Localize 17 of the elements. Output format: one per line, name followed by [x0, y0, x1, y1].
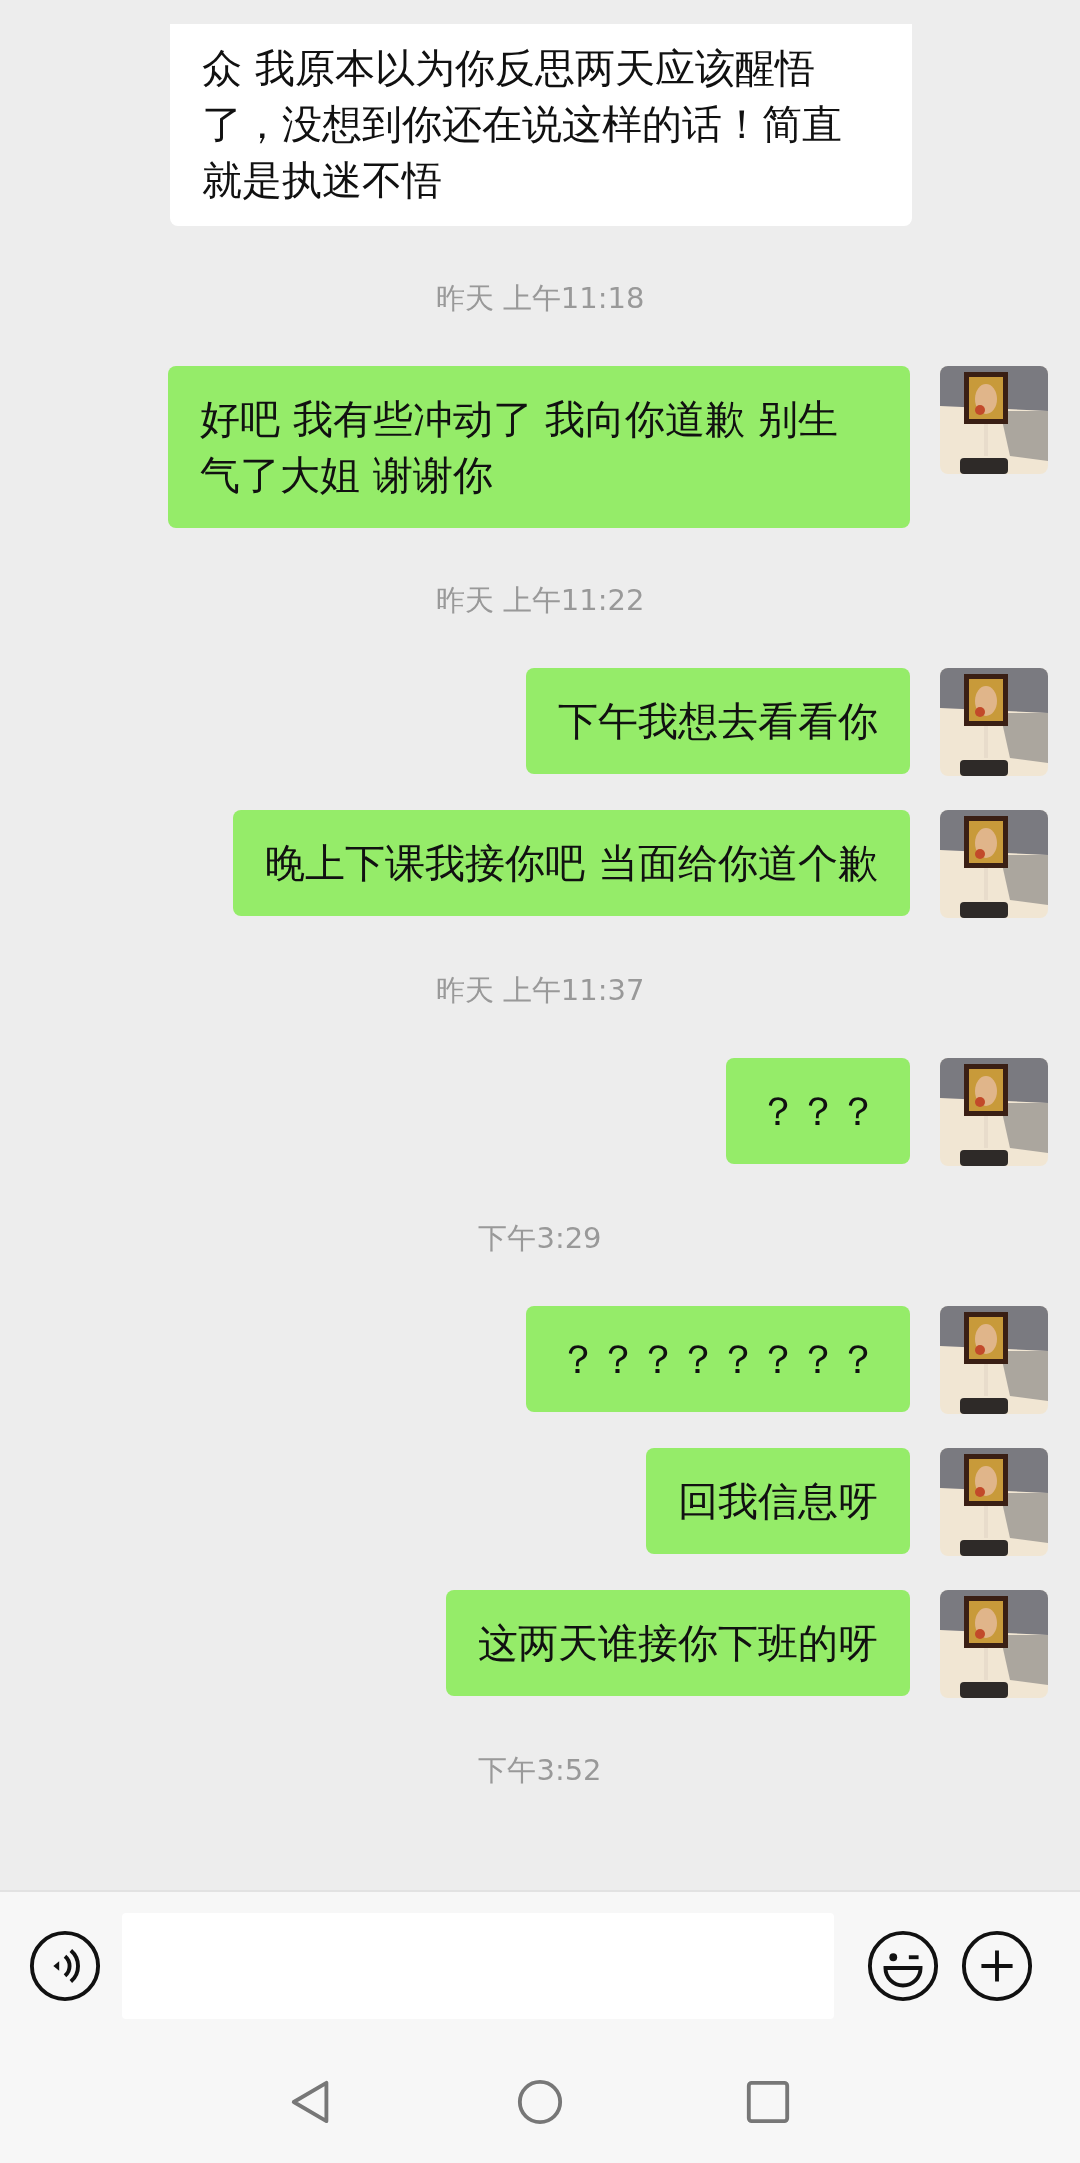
message-bubble: 下午我想去看看你 — [526, 668, 910, 774]
plus-icon[interactable] — [960, 1929, 1034, 2003]
message-bubble: 晚上下课我接你吧 当面给你道个歉 — [233, 810, 910, 916]
message-bubble: 回我信息呀 — [646, 1448, 910, 1554]
message-bubble: ？？？ — [726, 1058, 910, 1164]
emoji-icon[interactable] — [866, 1929, 940, 2003]
message-bubble: 这两天谁接你下班的呀 — [446, 1590, 910, 1696]
timestamp: 昨天 上午11:22 — [435, 583, 645, 617]
message-bubble: 众 我原本以为你反思两天应该醒悟了，没想到你还在说这样的话！简直就是执迷不悟 — [170, 24, 912, 226]
timestamp: 昨天 上午11:18 — [435, 281, 645, 315]
voice-icon[interactable] — [28, 1929, 102, 2003]
message-bubble: 好吧 我有些冲动了 我向你道歉 别生气了大姐 谢谢你 — [168, 366, 910, 528]
timestamp: 下午3:29 — [478, 1221, 602, 1255]
timestamp: 昨天 上午11:37 — [435, 973, 645, 1007]
timestamp: 下午3:52 — [478, 1753, 602, 1787]
home-icon[interactable] — [516, 2077, 564, 2126]
message-bubble: ？？？？？？？？ — [526, 1306, 910, 1412]
